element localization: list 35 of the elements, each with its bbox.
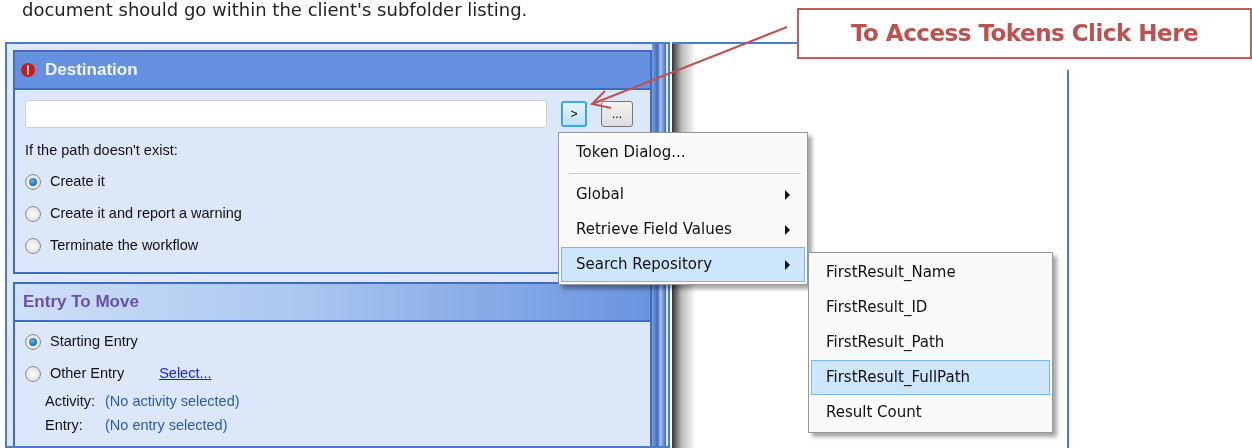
radio-label[interactable]: Create it and report a warning (50, 202, 242, 225)
menu-item[interactable]: FirstResult_FullPath (811, 360, 1050, 395)
field-value: (No entry selected) (105, 415, 228, 435)
path-field[interactable] (25, 100, 547, 128)
radio-button[interactable] (25, 333, 41, 350)
submenu-arrow-icon (785, 224, 790, 235)
field-value: (No activity selected) (105, 391, 240, 411)
menu-item[interactable]: Retrieve Field Values (561, 212, 805, 247)
menu-item[interactable]: FirstResult_Path (811, 325, 1050, 360)
menu-item[interactable]: Search Repository (561, 247, 805, 282)
menu-item[interactable]: FirstResult_Name (811, 255, 1050, 290)
radio-button[interactable] (25, 205, 41, 222)
radio-button[interactable] (25, 173, 41, 190)
menu-item[interactable]: Token Dialog... (561, 135, 805, 170)
callout-text: To Access Tokens Click Here (797, 8, 1252, 59)
submenu-arrow-icon (785, 189, 790, 200)
radio-label[interactable]: Terminate the workflow (50, 234, 199, 257)
caption-text: document should go within the client's subfolder listing. (22, 0, 528, 22)
field-label: Entry: (45, 415, 84, 435)
radio-button[interactable] (25, 237, 41, 254)
select-link[interactable]: Select... (159, 362, 212, 385)
radio-button[interactable] (25, 365, 41, 382)
submenu-arrow-icon (785, 259, 790, 270)
menu-item[interactable]: Result Count (811, 395, 1050, 430)
menu-item[interactable]: FirstResult_ID (811, 290, 1050, 325)
radio-label[interactable]: Other Entry (50, 362, 125, 385)
field-label: Activity: (45, 391, 96, 411)
section-title: Destination (45, 59, 138, 82)
token-button[interactable]: > (561, 101, 587, 127)
menu-item[interactable]: Global (561, 177, 805, 212)
section-title: Entry To Move (15, 283, 650, 322)
prompt-text: If the path doesn't exist: (25, 141, 178, 160)
browse-button[interactable]: ... (601, 101, 633, 127)
radio-label[interactable]: Create it (50, 170, 105, 193)
radio-label[interactable]: Starting Entry (50, 330, 138, 353)
